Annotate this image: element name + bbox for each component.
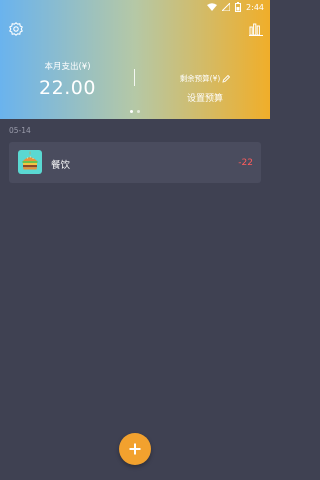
set-budget-link[interactable]: 设置预算 [146,91,264,104]
settings-button[interactable] [7,20,25,38]
statistics-button[interactable] [247,20,265,38]
budget-label-text: 剩余预算(¥) [179,74,221,83]
signal-icon [222,3,231,11]
summary-header: 2:44 本月支出(¥) 22.00 剩余预算(¥) 设置预算 [0,0,270,119]
budget-label: 剩余预算(¥) [180,73,231,84]
status-bar: 2:44 [0,0,270,14]
add-record-button[interactable] [119,433,151,465]
monthly-spend: 本月支出(¥) 22.00 [10,60,125,99]
plus-icon [129,443,141,455]
pencil-icon [222,74,231,83]
spend-amount: 22.00 [39,77,96,99]
record-date: 05-14 [9,126,31,135]
record-row[interactable]: 餐饮 -22 [9,142,261,183]
page-indicator [0,110,270,113]
bar-chart-icon [249,23,263,36]
page-dot-active [130,110,133,113]
burger-icon [18,150,42,174]
spend-label: 本月支出(¥) [44,62,91,72]
battery-icon [235,2,242,12]
record-amount: -22 [238,158,253,168]
remaining-budget[interactable]: 剩余预算(¥) 设置预算 [146,66,264,104]
page-dot [137,110,140,113]
clock: 2:44 [246,2,264,12]
gear-icon [9,22,23,36]
header-divider [134,69,135,86]
wifi-icon [207,3,218,11]
category-label: 餐饮 [51,160,71,171]
